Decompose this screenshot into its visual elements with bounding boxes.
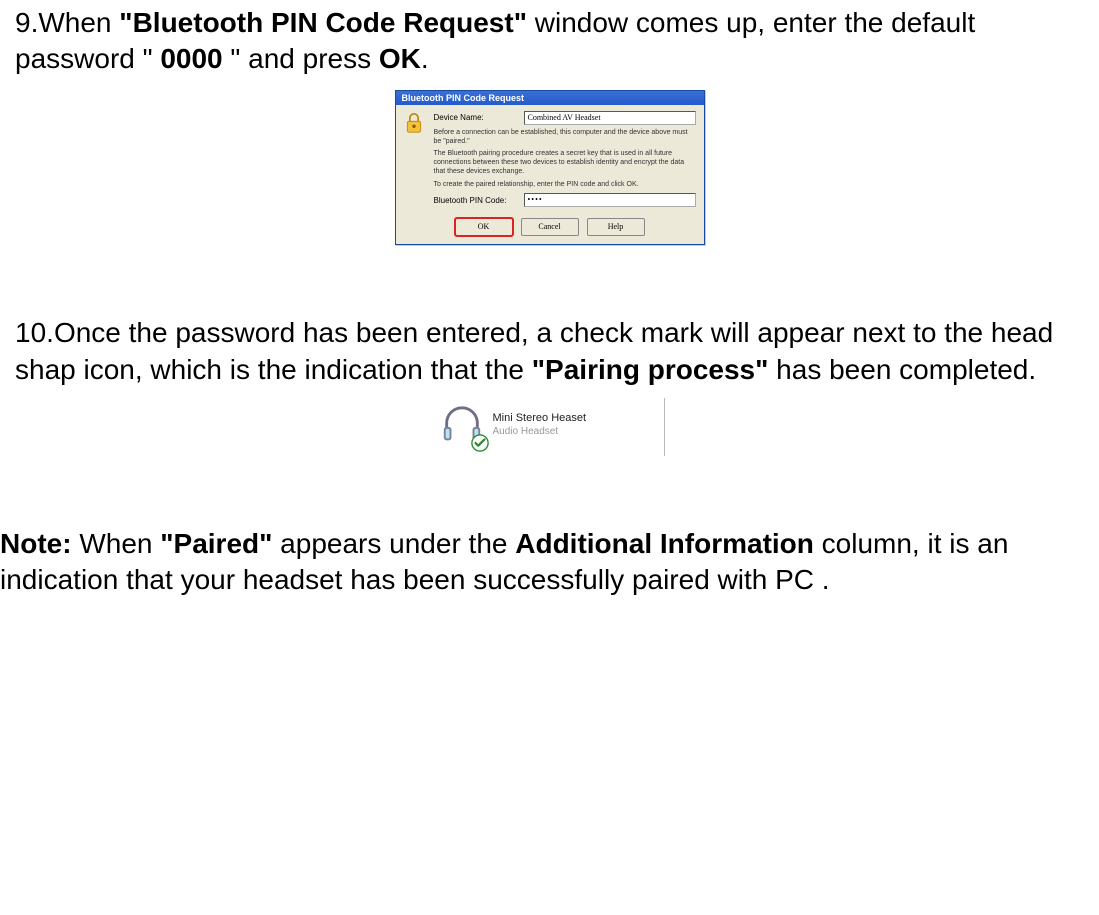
device-name-label: Device Name: <box>434 113 524 122</box>
check-icon <box>471 434 489 452</box>
note-text-a: When <box>72 528 161 559</box>
step-number: 9. <box>15 7 38 38</box>
document-page: 9.When "Bluetooth PIN Code Request" wind… <box>0 5 1099 599</box>
ok-button[interactable]: OK <box>455 218 513 236</box>
pin-code-label: Bluetooth PIN Code: <box>434 196 524 205</box>
step-10: 10.Once the password has been entered, a… <box>0 315 1099 388</box>
headset-icon-wrap <box>439 402 485 448</box>
dialog-figure-wrap: Bluetooth PIN Code Request Device Name: … <box>0 78 1099 246</box>
dialog-msg-2: The Bluetooth pairing procedure creates … <box>434 150 696 176</box>
lock-icon <box>404 111 424 135</box>
step9-bold-c: OK <box>379 43 421 74</box>
step9-text-a: When <box>38 7 119 38</box>
device-subtitle: Audio Headset <box>493 426 587 438</box>
cancel-button[interactable]: Cancel <box>521 218 579 236</box>
note-text-b: appears under the <box>272 528 515 559</box>
paired-figure-wrap: Mini Stereo Heaset Audio Headset <box>0 388 1099 456</box>
dialog-icon-col <box>404 111 426 211</box>
step9-text-d: . <box>421 43 429 74</box>
step10-bold-a: "Pairing process" <box>532 354 769 385</box>
dialog-info-col: Device Name: Combined AV Headset Before … <box>434 111 696 211</box>
help-button[interactable]: Help <box>587 218 645 236</box>
step9-text-c: " and press <box>223 43 379 74</box>
note-bold-a: "Paired" <box>160 528 272 559</box>
step-number: 10. <box>15 317 54 348</box>
note-label: Note: <box>0 528 72 559</box>
dialog-msg-1: Before a connection can be established, … <box>434 129 696 147</box>
dialog-button-row: OK Cancel Help <box>396 214 704 244</box>
paired-device-figure: Mini Stereo Heaset Audio Headset <box>435 398 665 456</box>
device-labels: Mini Stereo Heaset Audio Headset <box>493 412 587 437</box>
device-name-row: Device Name: Combined AV Headset <box>434 111 696 125</box>
dialog-msg-3: To create the paired relationship, enter… <box>434 181 696 190</box>
pin-code-row: Bluetooth PIN Code: •••• <box>434 193 696 207</box>
bluetooth-pin-dialog: Bluetooth PIN Code Request Device Name: … <box>395 90 705 246</box>
step10-text-b: has been completed. <box>768 354 1036 385</box>
device-title: Mini Stereo Heaset <box>493 412 587 425</box>
device-name-field[interactable]: Combined AV Headset <box>524 111 696 125</box>
step9-bold-a: "Bluetooth PIN Code Request" <box>119 7 527 38</box>
step9-bold-b: 0000 <box>160 43 222 74</box>
note-bold-b: Additional Information <box>515 528 814 559</box>
step-9: 9.When "Bluetooth PIN Code Request" wind… <box>0 5 1099 78</box>
note-block: Note: When "Paired" appears under the Ad… <box>0 526 1099 599</box>
dialog-body: Device Name: Combined AV Headset Before … <box>396 105 704 215</box>
pin-code-field[interactable]: •••• <box>524 193 696 207</box>
dialog-titlebar: Bluetooth PIN Code Request <box>396 91 704 105</box>
